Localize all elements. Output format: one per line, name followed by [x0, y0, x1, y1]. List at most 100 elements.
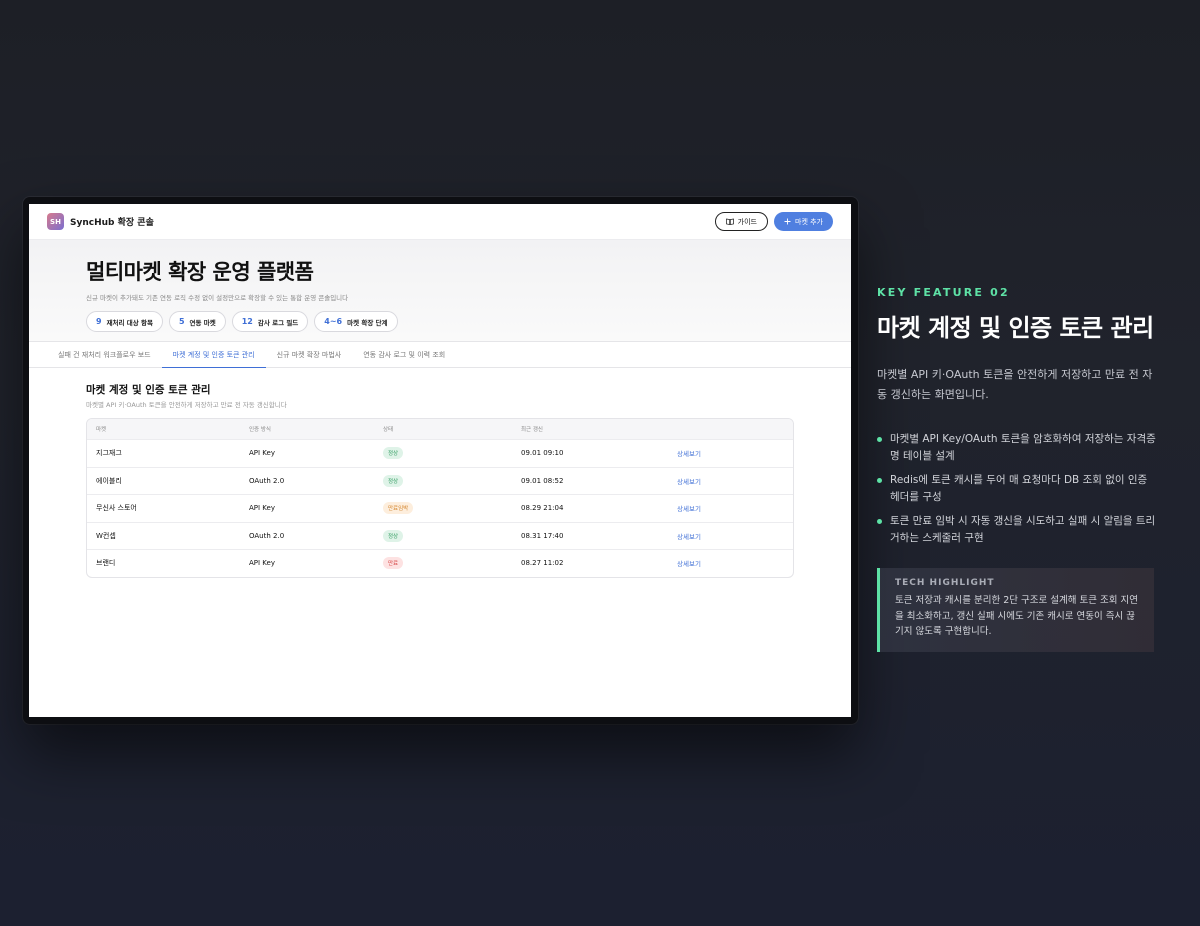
- feature-bullet-text: 마켓별 API Key/OAuth 토큰을 암호화하여 저장하는 자격증명 테이…: [890, 433, 1156, 462]
- guide-button[interactable]: 가이드: [714, 212, 768, 231]
- feature-kicker: KEY FEATURE 02: [877, 286, 1010, 299]
- bullet-dot-icon: [877, 478, 882, 483]
- cell-updated: 09.01 09:10: [521, 449, 564, 458]
- app-topbar: SH SyncHub 확장 콘솔 가이드 마켓 추가: [29, 204, 851, 240]
- cell-status: 정상: [383, 474, 521, 487]
- feature-bullet: 토큰 만료 임박 시 자동 갱신을 시도하고 실패 시 알림을 트리거하는 스케…: [877, 513, 1157, 547]
- feature-description: 마켓별 API 키·OAuth 토큰을 안전하게 저장하고 만료 전 자동 갱신…: [877, 368, 1153, 401]
- feature-bullet-text: Redis에 토큰 캐시를 두어 매 요청마다 DB 조회 없이 인증 헤더를 …: [890, 474, 1148, 503]
- cell-market: 무신사 스토어: [96, 504, 137, 513]
- page-title: 멀티마켓 확장 운영 플랫폼: [86, 260, 314, 284]
- table-row: 에이블리 OAuth 2.0 정상 09.01 08:52 상세보기: [87, 466, 793, 495]
- app-logo: SH: [47, 213, 64, 230]
- cell-market: 지그재그: [96, 449, 122, 458]
- cell-updated: 08.27 11:02: [521, 559, 564, 568]
- tab-market-wizard[interactable]: 신규 마켓 확장 마법사: [266, 342, 353, 367]
- status-badge: 정상: [383, 447, 404, 460]
- stat-value: 5: [178, 317, 185, 326]
- brand-name: SyncHub 확장 콘솔: [70, 218, 154, 228]
- feature-bullet: 마켓별 API Key/OAuth 토큰을 암호화하여 저장하는 자격증명 테이…: [877, 431, 1157, 465]
- detail-link[interactable]: 상세보기: [677, 478, 701, 486]
- cell-updated: 08.29 21:04: [521, 504, 564, 513]
- book-icon: [725, 218, 734, 225]
- table-row: 무신사 스토어 API Key 만료임박 08.29 21:04 상세보기: [87, 494, 793, 522]
- app-screen: SH SyncHub 확장 콘솔 가이드 마켓 추가 멀티마켓 확장 운영 플랫…: [29, 204, 851, 717]
- stat-chip: 12 감사 로그 필드: [231, 311, 309, 332]
- feature-bullets: 마켓별 API Key/OAuth 토큰을 암호화하여 저장하는 자격증명 테이…: [877, 431, 1157, 547]
- section-title: 마켓 계정 및 인증 토큰 관리: [86, 384, 211, 396]
- stat-label: 감사 로그 필드: [257, 318, 299, 327]
- cell-auth: API Key: [249, 504, 275, 513]
- stats-row: 9 재처리 대상 항목 5 연동 마켓 12 감사 로그 필드 4~6 마켓 확…: [86, 311, 851, 332]
- feature-title: 마켓 계정 및 인증 토큰 관리: [877, 314, 1154, 342]
- column-header-market[interactable]: 마켓: [87, 425, 249, 433]
- guide-button-label: 가이드: [737, 217, 757, 226]
- cell-market: 에이블리: [96, 476, 122, 485]
- cell-updated: 08.31 17:40: [521, 531, 564, 540]
- cell-auth: OAuth 2.0: [249, 476, 285, 485]
- main-content: 마켓 계정 및 인증 토큰 관리 마켓별 API 키·OAuth 토큰을 안전하…: [29, 368, 851, 578]
- cell-status: 정상: [383, 447, 521, 460]
- status-badge: 만료임박: [383, 502, 414, 515]
- top-actions: 가이드 마켓 추가: [714, 212, 833, 231]
- detail-link[interactable]: 상세보기: [677, 533, 701, 541]
- table-row: W컨셉 OAuth 2.0 정상 08.31 17:40 상세보기: [87, 521, 793, 550]
- accounts-table: 마켓 인증 방식 상태 최근 갱신 지그재그 API Key 정상 09.01 …: [86, 418, 794, 578]
- cell-updated: 09.01 08:52: [521, 476, 564, 485]
- tab-bar: 실패 건 재처리 워크플로우 보드 마켓 계정 및 인증 토큰 관리 신규 마켓…: [29, 342, 851, 368]
- page-subtitle: 신규 마켓이 추가돼도 기존 연동 로직 수정 없이 설정만으로 확장할 수 있…: [86, 294, 349, 302]
- tab-retry-workflow[interactable]: 실패 건 재처리 워크플로우 보드: [47, 342, 162, 367]
- cell-status: 만료임박: [383, 502, 521, 515]
- status-badge: 정상: [383, 529, 404, 542]
- stat-chip: 5 연동 마켓: [168, 311, 226, 332]
- feature-bullet: Redis에 토큰 캐시를 두어 매 요청마다 DB 조회 없이 인증 헤더를 …: [877, 472, 1157, 506]
- cell-action: 상세보기: [677, 476, 793, 486]
- table-header: 마켓 인증 방식 상태 최근 갱신: [87, 419, 793, 439]
- bullet-dot-icon: [877, 437, 882, 442]
- table-row: 브랜디 API Key 만료 08.27 11:02 상세보기: [87, 549, 793, 577]
- cell-auth: API Key: [249, 559, 275, 568]
- section-subtitle: 마켓별 API 키·OAuth 토큰을 안전하게 저장하고 만료 전 자동 갱신…: [86, 401, 287, 409]
- stat-value: 4~6: [324, 317, 343, 326]
- feature-bullet-text: 토큰 만료 임박 시 자동 갱신을 시도하고 실패 시 알림을 트리거하는 스케…: [890, 515, 1156, 544]
- status-badge: 만료: [383, 557, 404, 570]
- stat-value: 9: [96, 317, 102, 326]
- detail-link[interactable]: 상세보기: [677, 450, 701, 458]
- tab-market-accounts[interactable]: 마켓 계정 및 인증 토큰 관리: [161, 342, 266, 368]
- bullet-dot-icon: [877, 519, 882, 524]
- stat-label: 재처리 대상 항목: [106, 318, 153, 327]
- stat-value: 12: [241, 317, 253, 326]
- stat-label: 마켓 확장 단계: [347, 318, 388, 327]
- cell-action: 상세보기: [677, 558, 793, 568]
- column-header-auth[interactable]: 인증 방식: [249, 425, 383, 433]
- tab-audit-log[interactable]: 연동 감사 로그 및 이력 조회: [352, 342, 456, 367]
- column-header-updated[interactable]: 최근 갱신: [521, 425, 677, 433]
- detail-link[interactable]: 상세보기: [677, 505, 701, 513]
- tech-highlight-box: TECH HIGHLIGHT 토큰 저장과 캐시를 분리한 2단 구조로 설계해…: [877, 568, 1154, 652]
- cell-market: 브랜디: [96, 559, 116, 568]
- detail-link[interactable]: 상세보기: [677, 560, 701, 568]
- cell-auth: API Key: [249, 449, 275, 458]
- tech-highlight-title: TECH HIGHLIGHT: [895, 578, 995, 588]
- cell-auth: OAuth 2.0: [249, 531, 285, 540]
- stat-chip: 9 재처리 대상 항목: [86, 311, 163, 332]
- table-row: 지그재그 API Key 정상 09.01 09:10 상세보기: [87, 439, 793, 467]
- tech-highlight-text: 토큰 저장과 캐시를 분리한 2단 구조로 설계해 토큰 조회 지연을 최소화하…: [895, 595, 1138, 637]
- app-screenshot-frame: SH SyncHub 확장 콘솔 가이드 마켓 추가 멀티마켓 확장 운영 플랫…: [23, 197, 858, 724]
- cell-action: 상세보기: [677, 448, 793, 458]
- column-header-status[interactable]: 상태: [383, 425, 521, 433]
- feature-panel: KEY FEATURE 02 마켓 계정 및 인증 토큰 관리 마켓별 API …: [877, 286, 1157, 652]
- stat-chip: 4~6 마켓 확장 단계: [314, 311, 398, 332]
- stat-label: 연동 마켓: [189, 318, 216, 327]
- cell-status: 만료: [383, 557, 521, 570]
- add-market-label: 마켓 추가: [795, 217, 823, 226]
- add-market-button[interactable]: 마켓 추가: [774, 212, 833, 231]
- cell-action: 상세보기: [677, 503, 793, 513]
- cell-market: W컨셉: [96, 531, 116, 540]
- cell-action: 상세보기: [677, 531, 793, 541]
- brand[interactable]: SH SyncHub 확장 콘솔: [47, 213, 154, 230]
- plus-icon: [784, 218, 791, 225]
- hero-section: 멀티마켓 확장 운영 플랫폼 신규 마켓이 추가돼도 기존 연동 로직 수정 없…: [29, 240, 851, 342]
- status-badge: 정상: [383, 474, 404, 487]
- cell-status: 정상: [383, 529, 521, 542]
